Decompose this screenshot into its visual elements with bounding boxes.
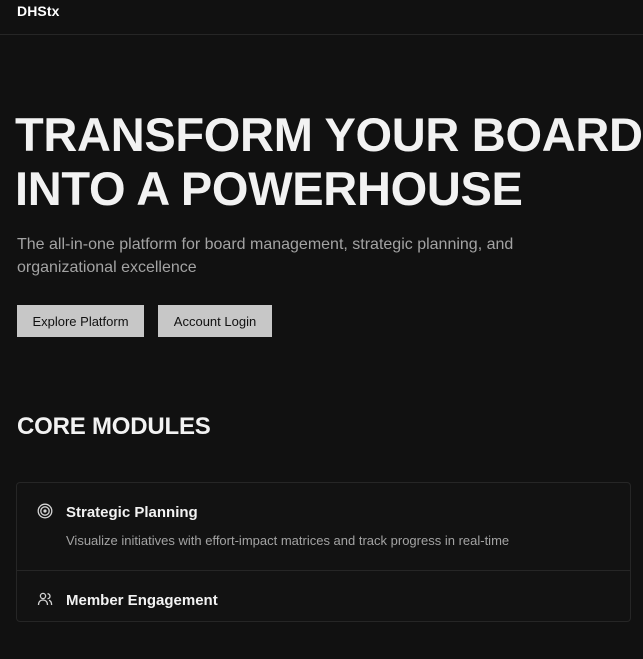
- explore-platform-button[interactable]: Explore Platform: [17, 305, 144, 337]
- hero-subtitle: The all-in-one platform for board manage…: [17, 236, 514, 276]
- account-login-button[interactable]: Account Login: [158, 305, 272, 337]
- module-title: Member Engagement: [66, 592, 218, 609]
- core-modules-heading: CORE MODULES: [17, 413, 211, 440]
- core-modules-list: Strategic Planning Visualize initiatives…: [16, 482, 631, 622]
- module-title: Strategic Planning: [66, 504, 198, 521]
- module-description: Visualize initiatives with effort-impact…: [66, 533, 510, 548]
- top-navigation-bar: DHStx: [0, 0, 643, 35]
- hero-title: TRANSFORM YOUR BOARD INTO A POWERHOUSE: [15, 108, 643, 216]
- brand-logo-text[interactable]: DHStx: [17, 3, 60, 19]
- module-card-strategic-planning[interactable]: Strategic Planning Visualize initiatives…: [17, 483, 630, 571]
- module-card-member-engagement[interactable]: Member Engagement: [17, 571, 630, 659]
- target-icon: [37, 503, 53, 519]
- hero-title-line-1: TRANSFORM YOUR BOARD: [15, 108, 643, 161]
- hero-title-line-2: INTO A POWERHOUSE: [15, 162, 523, 215]
- users-icon: [37, 591, 53, 607]
